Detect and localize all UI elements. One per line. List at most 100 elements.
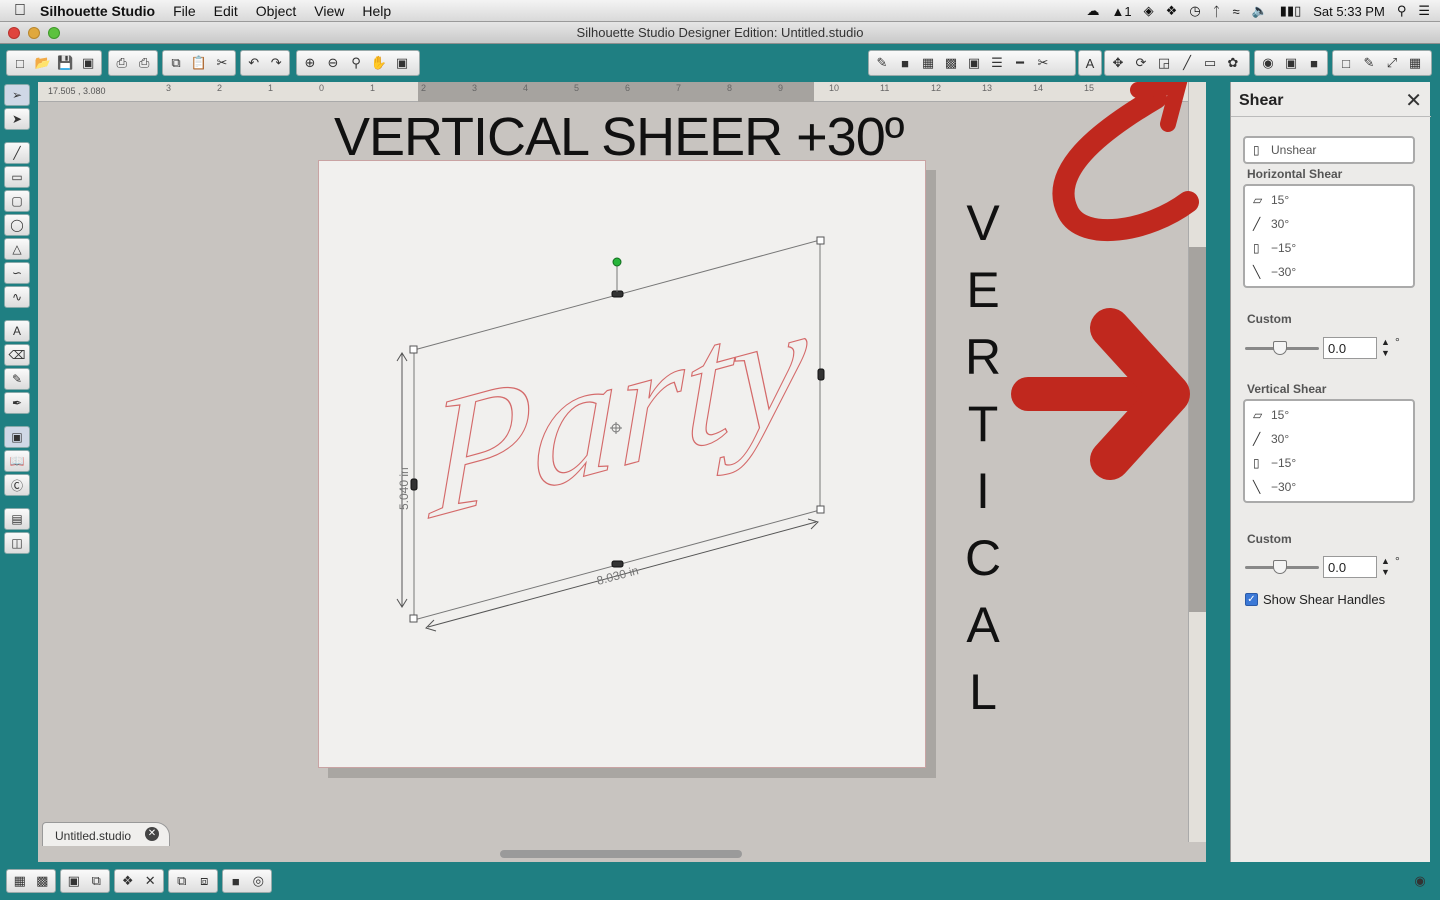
evernote-icon[interactable]: ◈ — [1144, 3, 1154, 19]
layout-split-icon[interactable]: ◫ — [4, 532, 30, 554]
cut-style-icon[interactable]: ✂ — [1033, 53, 1053, 73]
eraser-tool-icon[interactable]: ⌫ — [4, 344, 30, 366]
deselect-icon[interactable]: ✕ — [141, 871, 161, 891]
fullscreen-icon[interactable]: ⤢ — [1382, 53, 1402, 73]
make-compound-path-icon[interactable]: ▣ — [64, 871, 84, 891]
select-tool-icon[interactable]: ➢ — [4, 84, 30, 106]
replicate-icon[interactable]: ▭ — [1200, 53, 1220, 73]
horizontal-scrollbar[interactable] — [500, 850, 742, 858]
corner-handle-bottom-left[interactable] — [409, 614, 418, 623]
app-menu[interactable]: Silhouette Studio — [40, 3, 155, 19]
vertical-slider-thumb[interactable] — [1273, 560, 1287, 574]
vshear-30-button[interactable]: ╱ 30° — [1245, 427, 1413, 451]
window-zoom-button[interactable] — [48, 27, 60, 39]
pan-hand-icon[interactable]: ✋ — [369, 53, 389, 73]
adobe-icon[interactable]: ▲1 — [1112, 4, 1132, 19]
shear-icon[interactable]: ╱ — [1177, 53, 1197, 73]
hshear-minus30-button[interactable]: ╲ −30° — [1245, 260, 1413, 284]
redo-icon[interactable]: ↷ — [267, 53, 287, 73]
page-setup-icon[interactable]: □ — [1336, 53, 1356, 73]
menu-object[interactable]: Object — [256, 3, 296, 19]
volume-icon[interactable]: 🔈 — [1252, 3, 1268, 19]
vshear-minus30-button[interactable]: ╲ −30° — [1245, 475, 1413, 499]
close-panel-icon[interactable]: ✕ — [1405, 88, 1422, 113]
edit-points-tool-icon[interactable]: ➤ — [4, 108, 30, 130]
rotate-icon[interactable]: ⟳ — [1131, 53, 1151, 73]
text-style-icon[interactable]: A — [1082, 53, 1098, 73]
horizontal-custom-input[interactable]: 0.0 — [1323, 337, 1377, 359]
menu-file[interactable]: File — [173, 3, 196, 19]
shear-handle-bottom[interactable] — [611, 560, 624, 568]
grid-icon[interactable]: ▦ — [1405, 53, 1425, 73]
menu-edit[interactable]: Edit — [214, 3, 238, 19]
line-weight-icon[interactable]: ☰ — [987, 53, 1007, 73]
ungroup-icon[interactable]: ▩ — [33, 871, 53, 891]
hshear-30-button[interactable]: ╱ 30° — [1245, 212, 1413, 236]
document-tab[interactable]: Untitled.studio ✕ — [42, 822, 170, 846]
rectangle-tool-icon[interactable]: ▭ — [4, 166, 30, 188]
hshear-minus15-button[interactable]: ▯ −15° — [1245, 236, 1413, 260]
send-to-silhouette-icon[interactable]: ▤ — [4, 508, 30, 530]
vertical-stepper[interactable]: ▲ ▼ — [1381, 556, 1390, 578]
window-close-button[interactable] — [8, 27, 20, 39]
fill-pattern-icon[interactable]: ▩ — [941, 53, 961, 73]
fit-page-icon[interactable]: ▣ — [392, 53, 412, 73]
design-page-icon[interactable]: ▣ — [4, 426, 30, 448]
vshear-minus15-button[interactable]: ▯ −15° — [1245, 451, 1413, 475]
sketch-icon[interactable]: ✎ — [1359, 53, 1379, 73]
zoom-out-icon[interactable]: ⊖ — [323, 53, 343, 73]
send-to-back-icon[interactable]: ⧈ — [195, 871, 215, 891]
bring-to-front-icon[interactable]: ⧉ — [172, 871, 192, 891]
polygon-tool-icon[interactable]: △ — [4, 238, 30, 260]
new-document-icon[interactable]: □ — [10, 53, 30, 73]
release-compound-path-icon[interactable]: ⧉ — [87, 871, 107, 891]
fill-color-icon[interactable]: ■ — [895, 53, 915, 73]
modify-icon[interactable]: ✿ — [1223, 53, 1243, 73]
corner-handle-top-left[interactable] — [409, 345, 418, 354]
curve-tool-icon[interactable]: ∽ — [4, 262, 30, 284]
undo-icon[interactable]: ↶ — [244, 53, 264, 73]
weld-icon[interactable]: ■ — [226, 871, 246, 891]
sketch-pen-tool-icon[interactable]: ✒ — [4, 392, 30, 414]
silhouette-store-icon[interactable]: Ⓒ — [4, 474, 30, 496]
cut-settings-icon[interactable]: ■ — [1304, 53, 1324, 73]
vshear-15-button[interactable]: ▱ 15° — [1245, 403, 1413, 427]
fill-gradient-icon[interactable]: ▦ — [918, 53, 938, 73]
notification-center-icon[interactable]: ☰ — [1418, 3, 1430, 19]
horizontal-stepper[interactable]: ▲ ▼ — [1381, 337, 1390, 359]
unshear-button[interactable]: ▯ Unshear — [1245, 138, 1413, 162]
paste-icon[interactable]: 📋 — [189, 53, 209, 73]
store-icon[interactable]: ▣ — [1281, 53, 1301, 73]
print-icon[interactable]: ⎙ — [112, 53, 132, 73]
scale-icon[interactable]: ◲ — [1154, 53, 1174, 73]
library-book-icon[interactable]: 📖 — [4, 450, 30, 472]
cut-scissors-icon[interactable]: ✂ — [212, 53, 232, 73]
corner-handle-bottom-right[interactable] — [816, 505, 825, 514]
window-minimize-button[interactable] — [28, 27, 40, 39]
open-folder-icon[interactable]: 📂 — [33, 53, 53, 73]
print-cut-icon[interactable]: ⎙ — [135, 53, 155, 73]
zoom-in-icon[interactable]: ⊕ — [300, 53, 320, 73]
rotation-handle[interactable] — [612, 257, 622, 267]
line-color-icon[interactable]: ✎ — [872, 53, 892, 73]
save-icon[interactable]: 💾 — [56, 53, 76, 73]
shear-handle-right[interactable] — [817, 368, 825, 381]
align-icon[interactable]: ✥ — [1108, 53, 1128, 73]
save-to-library-icon[interactable]: ▣ — [78, 53, 98, 73]
shear-handle-left[interactable] — [410, 478, 418, 491]
spotlight-search-icon[interactable]: ⚲ — [1397, 3, 1407, 19]
select-all-icon[interactable]: ❖ — [118, 871, 138, 891]
text-tool-icon[interactable]: A — [4, 320, 30, 342]
show-shear-handles-checkbox[interactable]: ✓ — [1245, 593, 1258, 606]
menu-help[interactable]: Help — [362, 3, 391, 19]
bluetooth-icon[interactable]: ᛏ — [1213, 4, 1221, 19]
line-dash-icon[interactable]: ━ — [1010, 53, 1030, 73]
group-icon[interactable]: ▦ — [10, 871, 30, 891]
line-tool-icon[interactable]: ╱ — [4, 142, 30, 164]
hshear-15-button[interactable]: ▱ 15° — [1245, 188, 1413, 212]
close-tab-icon[interactable]: ✕ — [145, 827, 159, 841]
battery-icon[interactable]: ▮▮▯ — [1280, 3, 1301, 19]
copy-icon[interactable]: ⧉ — [166, 53, 186, 73]
corner-handle-top-right[interactable] — [816, 236, 825, 245]
offset-icon[interactable]: ◎ — [249, 871, 269, 891]
